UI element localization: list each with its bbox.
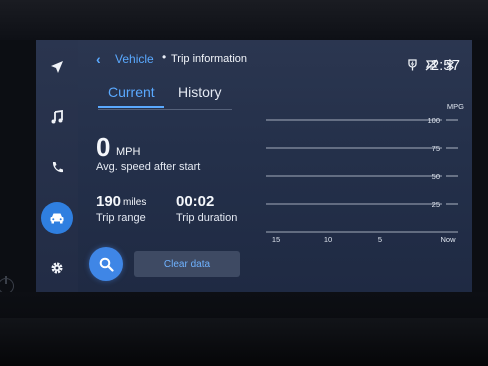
search-icon <box>99 257 114 272</box>
trip-duration-label: Trip duration <box>176 212 238 224</box>
settings-icon <box>51 262 63 274</box>
navigation-icon <box>51 61 63 73</box>
rail-item-vehicle[interactable] <box>36 200 78 236</box>
chart-x-tick-label: 10 <box>324 235 332 244</box>
back-button[interactable]: ‹ <box>96 51 101 67</box>
dashboard-shelf <box>0 318 488 366</box>
tab-divider <box>98 109 232 110</box>
clock: 2:57 <box>430 57 460 74</box>
nav-rail <box>36 40 78 292</box>
search-button[interactable] <box>89 247 123 281</box>
chart-y-tick-label: 25 <box>432 200 440 209</box>
tab-history[interactable]: History <box>178 84 222 100</box>
vehicle-icon <box>50 213 64 224</box>
infotainment-screen: ‹ Vehicle • Trip information 2:57 Curren… <box>36 40 472 292</box>
screen-bezel-left <box>0 40 36 294</box>
trip-duration-value: 00:02 <box>176 193 215 210</box>
tab-selected-indicator <box>98 106 164 108</box>
rail-item-navigation[interactable] <box>36 49 78 85</box>
chart-y-unit-label: MPG <box>447 102 464 111</box>
trip-range-value: 190 <box>96 193 122 210</box>
top-bar: ‹ Vehicle • Trip information 2:57 <box>78 40 472 78</box>
chart-x-tick-label: 15 <box>272 235 280 244</box>
wireless-charging-icon <box>408 59 417 71</box>
screen-bezel-right <box>472 40 488 292</box>
chart-y-tick-label: 100 <box>427 116 440 125</box>
mpg-chart: MPG 100 75 50 25 15 10 5 Now <box>266 102 464 244</box>
avg-speed-label: Avg. speed after start <box>96 161 201 173</box>
trip-range-label: Trip range <box>96 212 146 224</box>
rail-item-phone[interactable] <box>36 149 78 185</box>
screen-bezel-top <box>0 0 488 40</box>
trip-range-unit: miles <box>123 197 147 208</box>
chart-y-tick-label: 75 <box>432 144 440 153</box>
avg-speed-value: 0 <box>96 132 111 162</box>
clear-data-button[interactable]: Clear data <box>134 251 240 277</box>
chart-y-tick-label: 50 <box>432 172 440 181</box>
tab-current[interactable]: Current <box>108 84 155 100</box>
rail-active-indicator <box>41 202 73 234</box>
page-title: Trip information <box>171 53 248 65</box>
phone-icon <box>52 161 63 172</box>
rail-item-settings[interactable] <box>36 250 78 286</box>
breadcrumb-vehicle[interactable]: Vehicle <box>115 52 154 66</box>
music-icon <box>51 110 63 124</box>
chart-x-tick-label: 5 <box>378 235 382 244</box>
chart-x-tick-label: Now <box>440 235 456 244</box>
avg-speed-unit: MPH <box>116 146 141 158</box>
breadcrumb-separator: • <box>162 50 167 64</box>
rail-item-music[interactable] <box>36 99 78 135</box>
